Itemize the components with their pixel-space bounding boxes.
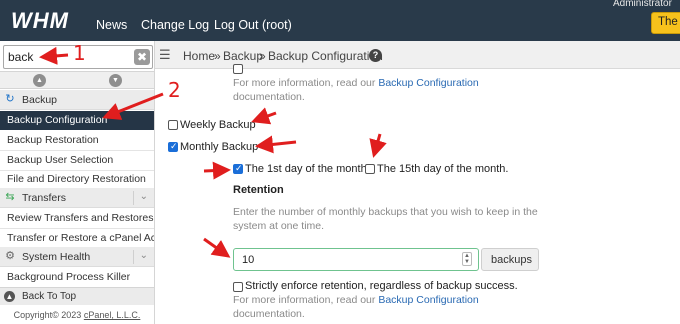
top-navbar: WHM News Change Log Log Out (root) Admin… (0, 0, 680, 41)
clear-search-icon[interactable]: ✖ (134, 49, 150, 65)
breadcrumb-separator: » (214, 49, 221, 63)
news-link[interactable]: News (96, 18, 127, 32)
arrow-to-first-day (203, 161, 231, 180)
strict-retention-label[interactable]: Strictly enforce retention, regardless o… (245, 280, 518, 292)
sidebar: ✖ ▲ ▼ ↻ Backup Backup Configuration Back… (0, 41, 155, 324)
collapse-all-icon[interactable]: ▲ (33, 74, 46, 87)
info-suffix: documentation. (233, 91, 305, 103)
sidebar-item-review-transfers[interactable]: Review Transfers and Restores (0, 209, 154, 228)
backup-config-doc-link[interactable]: Backup Configuration (378, 294, 478, 306)
sidebar-item-background-process-killer[interactable]: Background Process Killer (0, 268, 154, 287)
weekly-backup-checkbox[interactable] (168, 120, 178, 130)
annotation-number-2: 2 (168, 78, 181, 102)
chevron-down-icon: ⌄ (139, 191, 148, 202)
backup-icon: ↻ (5, 93, 15, 105)
strict-retention-weekly-checkbox[interactable] (233, 64, 243, 74)
info-suffix: documentation. (233, 308, 305, 320)
breadcrumb-separator: » (259, 49, 266, 63)
divider (133, 250, 134, 264)
monthly-backup-label[interactable]: Monthly Backup (180, 141, 258, 153)
arrow-to-retention-input (203, 237, 231, 258)
copyright: Copyright© 2023 cPanel, L.L.C. (0, 307, 154, 324)
search-input[interactable] (4, 46, 132, 68)
user-label: Administrator (613, 0, 672, 9)
sidebar-item-backup-user-selection[interactable]: Backup User Selection (0, 151, 154, 170)
info-text: For more information, read our Backup Co… (233, 294, 479, 306)
breadcrumb-home[interactable]: Home (183, 49, 215, 63)
first-day-checkbox[interactable] (233, 163, 243, 174)
sidebar-toggle-icon[interactable]: ☰ (159, 48, 175, 62)
category-backup[interactable]: ↻ Backup (0, 90, 154, 110)
number-spinner-icon[interactable]: ▲ ▼ (462, 252, 472, 266)
retention-value: 10 (242, 254, 255, 266)
cpanel-link[interactable]: cPanel, L.L.C. (84, 310, 141, 320)
divider (133, 191, 134, 205)
retention-help-line2: system at one time. (233, 220, 325, 232)
category-label: Transfers (22, 192, 66, 204)
retention-unit-addon: backups (481, 248, 539, 271)
category-system-health[interactable]: ⚙ System Health ⌄ (0, 247, 154, 267)
retention-heading: Retention (233, 184, 284, 196)
sidebar-item-file-directory-restoration[interactable]: File and Directory Restoration (0, 170, 154, 189)
first-day-label[interactable]: The 1st day of the month. (245, 163, 370, 175)
back-to-top-label: Back To Top (22, 291, 77, 302)
monthly-backup-checkbox[interactable] (168, 141, 178, 152)
arrow-to-weekly (251, 107, 277, 125)
weekly-backup-label[interactable]: Weekly Backup (180, 119, 256, 131)
backup-config-doc-link[interactable]: Backup Configuration (378, 77, 478, 89)
sidebar-item-backup-configuration[interactable]: Backup Configuration (0, 111, 154, 130)
gear-icon: ⚙ (5, 250, 15, 262)
fifteenth-day-checkbox[interactable] (365, 164, 375, 174)
annotation-number-1: 1 (73, 41, 86, 65)
transfers-icon: ⇆ (5, 191, 15, 203)
expand-all-icon[interactable]: ▼ (109, 74, 122, 87)
category-label: System Health (22, 251, 91, 263)
logout-link[interactable]: Log Out (root) (214, 18, 292, 32)
collapse-expand-row: ▲ ▼ (0, 71, 154, 89)
arrow-to-fifteenth-day (369, 133, 387, 158)
info-text: For more information, read our Backup Co… (233, 77, 479, 89)
breadcrumb-backup[interactable]: Backup (223, 49, 263, 63)
change-log-link[interactable]: Change Log (141, 18, 209, 32)
sidebar-item-transfer-restore-account[interactable]: Transfer or Restore a cPanel Account (0, 229, 154, 248)
notice-button[interactable]: The la (651, 12, 680, 34)
strict-retention-checkbox[interactable] (233, 282, 243, 292)
arrow-up-icon: ▲ (4, 291, 15, 302)
copyright-text: Copyright© 2023 (13, 310, 82, 320)
fifteenth-day-label[interactable]: The 15th day of the month. (377, 163, 508, 175)
whm-logo[interactable]: WHM (11, 8, 69, 34)
arrow-to-monthly (255, 135, 297, 154)
breadcrumb-current: Backup Configuration (268, 49, 383, 63)
category-transfers[interactable]: ⇆ Transfers ⌄ (0, 188, 154, 208)
retention-help-line1: Enter the number of monthly backups that… (233, 206, 538, 218)
retention-count-input[interactable]: 10 ▲ ▼ (233, 248, 479, 271)
help-icon[interactable]: ? (369, 49, 382, 62)
chevron-down-icon: ⌄ (139, 250, 148, 261)
sidebar-item-backup-restoration[interactable]: Backup Restoration (0, 131, 154, 150)
category-label: Backup (22, 94, 58, 106)
back-to-top[interactable]: ▲ Back To Top (0, 287, 154, 305)
